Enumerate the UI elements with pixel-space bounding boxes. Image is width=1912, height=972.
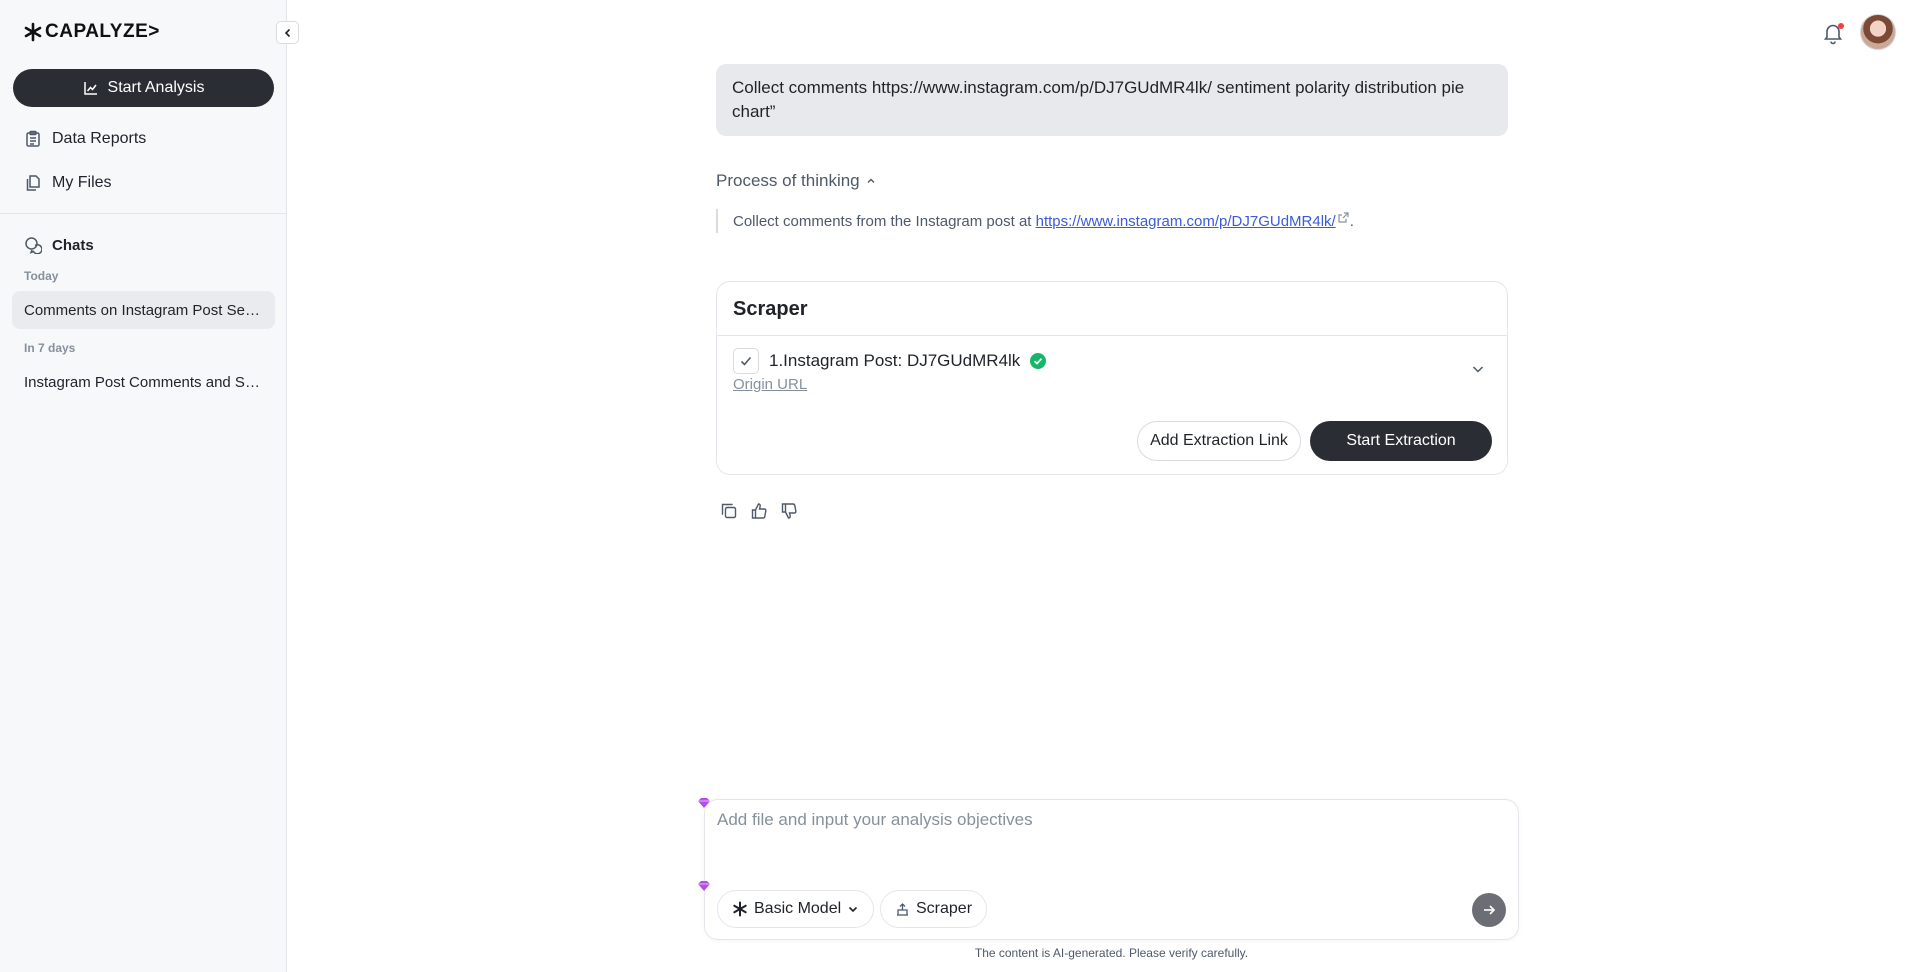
notification-badge — [1838, 23, 1844, 29]
logo[interactable]: CAPALYZE> — [23, 20, 160, 44]
sidebar-item-label: My Files — [52, 174, 112, 191]
item-title: 1.Instagram Post: DJ7GUdMR4lk — [769, 351, 1021, 370]
chat-group-label: Today — [24, 269, 59, 283]
chat-item-title: Comments on Instagram Post Sen... — [24, 301, 264, 319]
gem-decoration-icon — [698, 881, 710, 891]
asterisk-icon — [733, 901, 747, 917]
sidebar-item-label: Data Reports — [52, 130, 147, 147]
expand-item-button[interactable] — [1471, 362, 1485, 381]
thumbs-down-button[interactable] — [780, 502, 798, 520]
check-icon — [740, 356, 752, 366]
copy-icon — [721, 503, 737, 519]
tool-label: Scraper — [916, 900, 973, 917]
logo-text: CAPALYZE> — [45, 21, 160, 42]
chats-label: Chats — [52, 236, 94, 254]
check-circle-icon — [1030, 353, 1047, 369]
start-extraction-button[interactable]: Start Extraction — [1310, 421, 1492, 461]
chat-item[interactable]: Comments on Instagram Post Sen... — [12, 291, 275, 329]
chevron-down-icon — [849, 906, 858, 913]
origin-url-link[interactable]: Origin URL — [733, 376, 807, 393]
chevron-up-icon — [867, 178, 875, 183]
sidebar-item-my-files[interactable]: My Files — [24, 171, 112, 195]
thumbs-down-icon — [781, 503, 797, 519]
files-icon — [26, 175, 40, 191]
asterisk-logo-icon — [24, 22, 42, 42]
thumbs-up-button[interactable] — [750, 502, 768, 520]
chat-group-label: In 7 days — [24, 341, 76, 355]
scraper-item: 1.Instagram Post: DJ7GUdMR4lk — [733, 348, 1047, 374]
external-link-icon[interactable] — [1338, 211, 1349, 223]
send-button[interactable] — [1472, 893, 1506, 927]
arrow-right-icon — [1484, 905, 1496, 915]
notification-button[interactable] — [1820, 20, 1846, 46]
collapse-sidebar-button[interactable] — [276, 21, 299, 44]
sidebar-item-data-reports[interactable]: Data Reports — [24, 127, 146, 151]
model-label: Basic Model — [754, 900, 842, 917]
scraper-card: Scraper 1.Instagram Post: DJ7GUdMR4lk Or… — [716, 281, 1508, 475]
scraper-title: Scraper — [717, 282, 1507, 336]
add-extraction-link-button[interactable]: Add Extraction Link — [1137, 421, 1301, 461]
chat-bubbles-icon — [25, 237, 42, 254]
instagram-post-link[interactable]: https://www.instagram.com/p/DJ7GUdMR4lk/ — [1036, 213, 1336, 230]
thinking-toggle[interactable]: Process of thinking — [716, 171, 876, 191]
thinking-text: Collect comments from the Instagram post… — [733, 212, 1032, 230]
scraper-icon — [897, 902, 908, 916]
chat-item[interactable]: Instagram Post Comments and Se... — [12, 363, 275, 401]
sidebar-divider — [0, 213, 287, 214]
thumbs-up-icon — [751, 503, 767, 519]
chat-item-title: Instagram Post Comments and Se... — [24, 373, 264, 391]
clipboard-icon — [26, 130, 40, 147]
thinking-header: Process of thinking — [716, 171, 860, 190]
chevron-down-icon — [1472, 366, 1484, 373]
model-selector[interactable]: Basic Model — [717, 890, 875, 928]
line-chart-icon — [83, 82, 97, 95]
thinking-content: Collect comments from the Instagram post… — [716, 209, 1354, 233]
scraper-tool-button[interactable]: Scraper — [880, 890, 988, 928]
thinking-text-end: . — [1349, 212, 1354, 230]
start-analysis-label: Start Analysis — [107, 79, 205, 96]
user-message: Collect comments https://www.instagram.c… — [716, 64, 1508, 136]
start-analysis-button[interactable]: Start Analysis — [13, 69, 274, 107]
chats-heading: Chats — [24, 236, 94, 254]
gem-decoration-icon — [698, 798, 710, 808]
item-checkbox[interactable] — [733, 348, 759, 374]
chat-composer: Basic Model Scraper — [698, 798, 1519, 940]
avatar[interactable] — [1860, 14, 1896, 50]
analysis-input[interactable] — [717, 810, 1497, 860]
copy-button[interactable] — [720, 502, 738, 520]
message-actions — [720, 502, 798, 520]
ai-disclaimer: The content is AI-generated. Please veri… — [974, 946, 1249, 960]
sidebar: CAPALYZE> Start Analysis Data Reports My… — [0, 0, 287, 972]
chevron-left-icon — [284, 28, 290, 37]
